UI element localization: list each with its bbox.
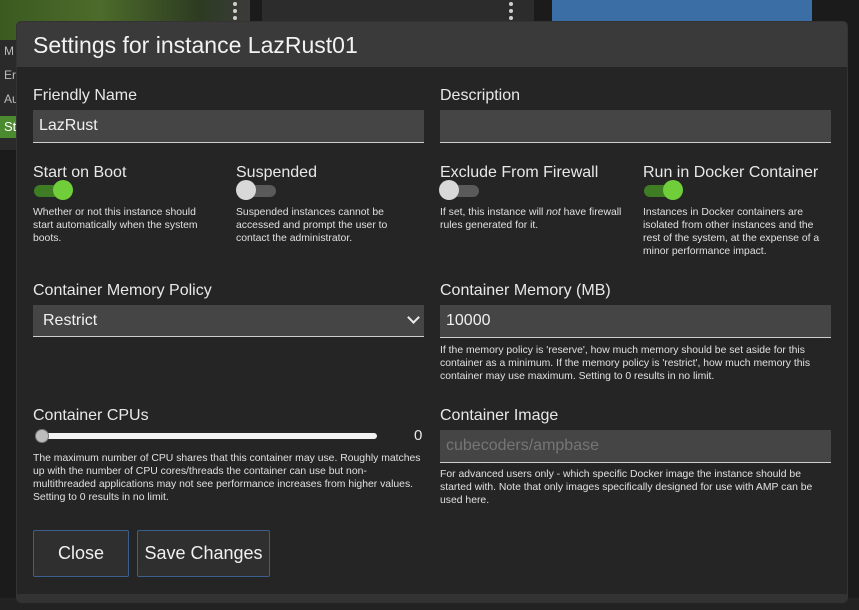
friendly-name-label: Friendly Name (33, 87, 138, 104)
run-in-docker-help: Instances in Docker containers are isola… (643, 207, 820, 257)
start-on-boot-toggle[interactable] (32, 180, 74, 200)
cpus-value: 0 (414, 427, 423, 444)
image-input[interactable] (440, 430, 831, 463)
exclude-firewall-help: If set, this instance will not have fire… (440, 207, 622, 231)
cpus-label: Container CPUs (33, 407, 149, 424)
cpus-slider-track[interactable] (36, 433, 377, 439)
modal-title: Settings for instance LazRust01 (33, 32, 358, 58)
modal-header: Settings for instance LazRust01 (17, 22, 847, 67)
background-side-label: M (4, 44, 14, 58)
kebab-menu-icon[interactable] (233, 2, 237, 23)
image-label: Container Image (440, 407, 559, 424)
cpus-help: The maximum number of CPU shares that th… (33, 453, 421, 503)
suspended-toggle[interactable] (236, 180, 278, 200)
memory-policy-select[interactable]: Restrict (33, 305, 424, 337)
start-on-boot-help: Whether or not this instance should star… (33, 207, 198, 244)
chevron-down-icon (407, 311, 420, 324)
background-tile-3 (552, 0, 812, 22)
memory-mb-input[interactable] (440, 305, 831, 338)
description-label: Description (440, 87, 521, 104)
image-help: For advanced users only - which specific… (440, 469, 813, 506)
modal-footer-bar (17, 594, 847, 602)
friendly-name-input[interactable] (33, 110, 424, 143)
suspended-help: Suspended instances cannot be accessed a… (236, 207, 388, 244)
memory-policy-label: Container Memory Policy (33, 282, 212, 299)
exclude-firewall-toggle[interactable] (439, 180, 481, 200)
background-start-button[interactable]: St (0, 116, 18, 138)
memory-mb-help: If the memory policy is 'reserve', how m… (440, 345, 811, 382)
memory-mb-label: Container Memory (MB) (440, 282, 611, 299)
background-side-label: Er (4, 68, 16, 82)
description-input[interactable] (440, 110, 831, 143)
memory-policy-value: Restrict (43, 312, 98, 329)
kebab-menu-icon[interactable] (509, 2, 513, 23)
run-in-docker-toggle[interactable] (642, 180, 684, 200)
settings-modal: Settings for instance LazRust01 Friendly… (17, 22, 847, 602)
save-changes-button[interactable]: Save Changes (137, 530, 270, 577)
background-tile-2 (262, 0, 534, 22)
cpus-slider-thumb[interactable] (35, 429, 49, 443)
close-button[interactable]: Close (33, 530, 129, 577)
